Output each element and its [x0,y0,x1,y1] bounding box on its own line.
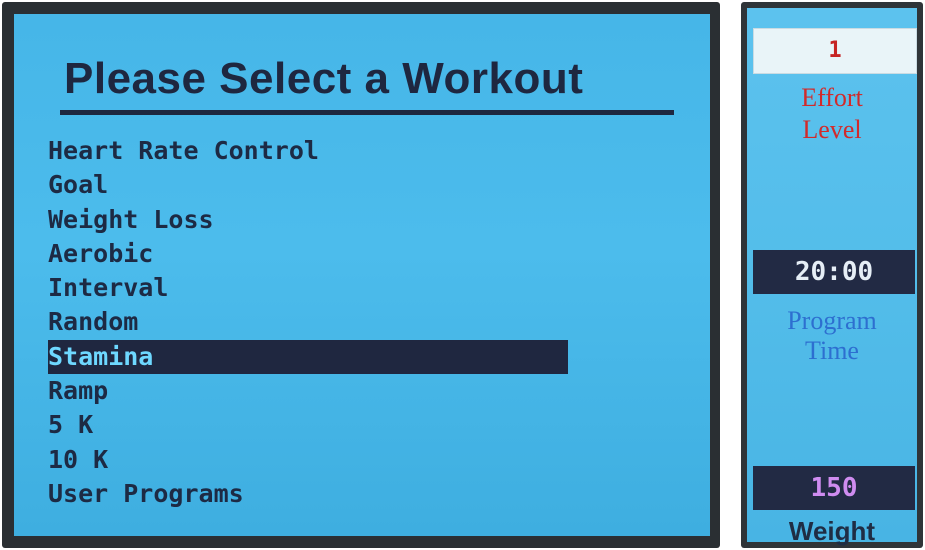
time-label-line2: Time [805,336,859,365]
title-underline [60,110,674,115]
time-label-line1: Program [787,306,877,335]
effort-level-value: 1 [753,28,917,74]
workout-menu: Heart Rate Control Goal Weight Loss Aero… [48,134,588,511]
program-time-value: 20:00 [753,250,915,294]
effort-level-label: Effort Level [747,82,917,146]
menu-item-5k[interactable]: 5 K [48,408,588,442]
menu-item-user-programs[interactable]: User Programs [48,477,588,511]
workout-screen: Please Select a Workout Heart Rate Contr… [14,14,710,536]
menu-item-random[interactable]: Random [48,305,588,339]
menu-item-heart-rate-control[interactable]: Heart Rate Control [48,134,588,168]
page-title: Please Select a Workout [64,54,584,103]
menu-item-aerobic[interactable]: Aerobic [48,237,588,271]
effort-label-line1: Effort [801,83,863,112]
weight-value: 150 [753,466,915,510]
menu-item-ramp[interactable]: Ramp [48,374,588,408]
side-display-bezel: 1 Effort Level 20:00 Program Time 150 We… [741,2,923,548]
side-screen: 1 Effort Level 20:00 Program Time 150 We… [747,8,917,546]
weight-label: Weight [788,516,876,546]
menu-item-goal[interactable]: Goal [48,168,588,202]
menu-item-stamina[interactable]: Stamina [48,339,568,375]
menu-item-weight-loss[interactable]: Weight Loss [48,203,588,237]
menu-item-interval[interactable]: Interval [48,271,588,305]
menu-item-10k[interactable]: 10 K [48,443,588,477]
workout-display-bezel: Please Select a Workout Heart Rate Contr… [2,2,720,548]
program-time-label: Program Time [747,306,917,366]
effort-label-line2: Level [802,115,862,144]
